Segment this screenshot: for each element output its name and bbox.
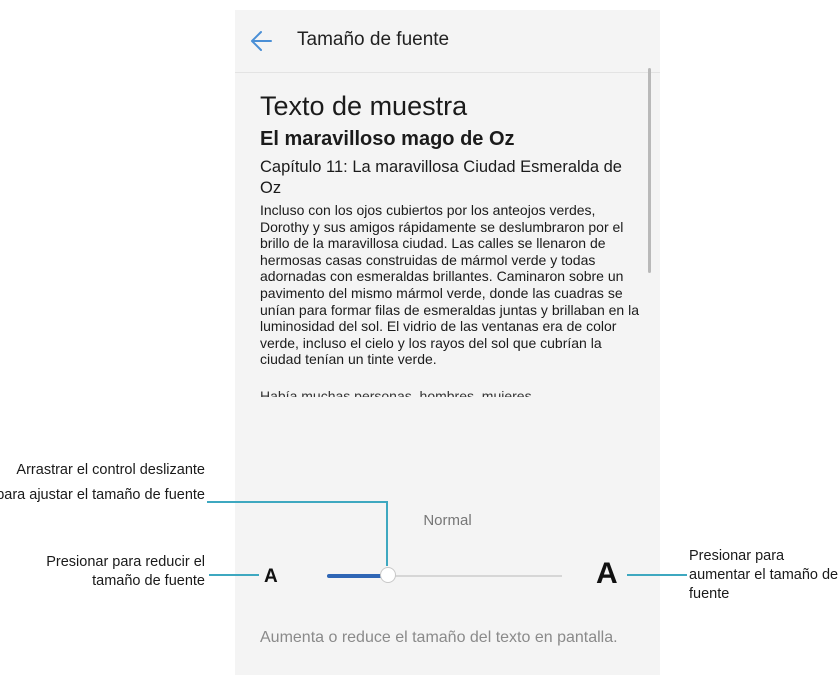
app-bar: Tamaño de fuente <box>235 10 660 73</box>
book-title: El maravilloso mago de Oz <box>260 128 515 150</box>
drag-callout-horizontal <box>207 501 387 503</box>
sample-heading: Texto de muestra <box>260 91 468 121</box>
slider-track-fill <box>327 574 388 578</box>
drag-callout-vertical <box>386 501 388 566</box>
increase-font-button[interactable]: A <box>596 557 618 591</box>
reduce-callout <box>209 574 259 576</box>
sample-paragraph: Incluso con los ojos cubiertos por los a… <box>260 202 639 368</box>
chapter-title: Capítulo 11: La maravillosa Ciudad Esmer… <box>260 158 622 197</box>
scrollbar[interactable] <box>648 68 651 273</box>
page-title: Tamaño de fuente <box>297 29 450 50</box>
decrease-font-button[interactable]: A <box>264 566 278 588</box>
current-size-label: Normal <box>423 512 472 529</box>
increase-callout <box>627 574 687 576</box>
sample-paragraph-truncated: Había muchas personas, hombres, mujeres <box>260 387 532 397</box>
font-size-description: Aumenta o reduce el tamaño del texto en … <box>260 629 618 646</box>
increase-font-annotation: Presionar para aumentar el tamaño de fue… <box>689 548 839 602</box>
slider-thumb[interactable] <box>380 567 396 583</box>
font-size-screen: Tamaño de fuente Texto de muestra El mar… <box>235 10 660 675</box>
arrow-left-icon[interactable] <box>249 28 275 54</box>
reduce-font-annotation: Presionar para reducir el tamaño de fuen… <box>46 554 205 589</box>
drag-slider-annotation: Arrastrar el control deslizante para aju… <box>0 462 205 503</box>
sample-text-preview: Texto de muestra El maravilloso mago de … <box>260 90 645 470</box>
